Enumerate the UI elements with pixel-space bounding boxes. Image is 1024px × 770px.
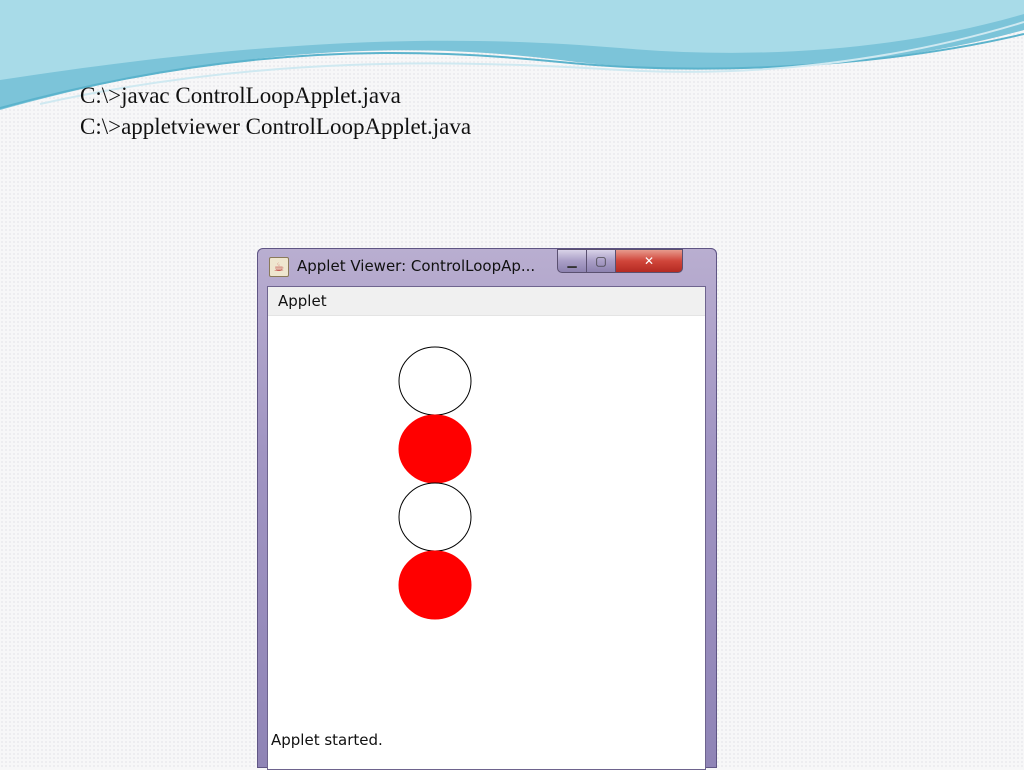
filled-red-circle xyxy=(398,414,472,484)
javac-command: C:\>javac ControlLoopApplet.java xyxy=(80,83,401,108)
applet-client-area: Applet Applet started. xyxy=(267,286,706,770)
window-title: Applet Viewer: ControlLoopAp... xyxy=(297,257,536,275)
appletviewer-command: C:\>appletviewer ControlLoopApplet.java xyxy=(80,114,472,139)
command-lines: C:\>javac ControlLoopApplet.java C:\>app… xyxy=(80,80,471,142)
filled-red-circle xyxy=(398,550,472,620)
window-controls: ▁ ▢ ✕ xyxy=(557,249,683,273)
outline-circle xyxy=(398,482,472,552)
window-titlebar[interactable]: ☕ Applet Viewer: ControlLoopAp... ▁ ▢ ✕ xyxy=(257,248,717,286)
applet-viewer-window: ☕ Applet Viewer: ControlLoopAp... ▁ ▢ ✕ … xyxy=(257,248,717,770)
applet-drawing-canvas xyxy=(398,346,472,620)
minimize-button[interactable]: ▁ xyxy=(557,249,587,273)
outline-circle xyxy=(398,346,472,416)
applet-menu[interactable]: Applet xyxy=(278,292,327,310)
menu-bar: Applet xyxy=(268,287,705,316)
close-button[interactable]: ✕ xyxy=(616,249,683,273)
maximize-button[interactable]: ▢ xyxy=(587,249,616,273)
status-bar-text: Applet started. xyxy=(271,731,383,749)
java-app-icon: ☕ xyxy=(269,257,289,277)
